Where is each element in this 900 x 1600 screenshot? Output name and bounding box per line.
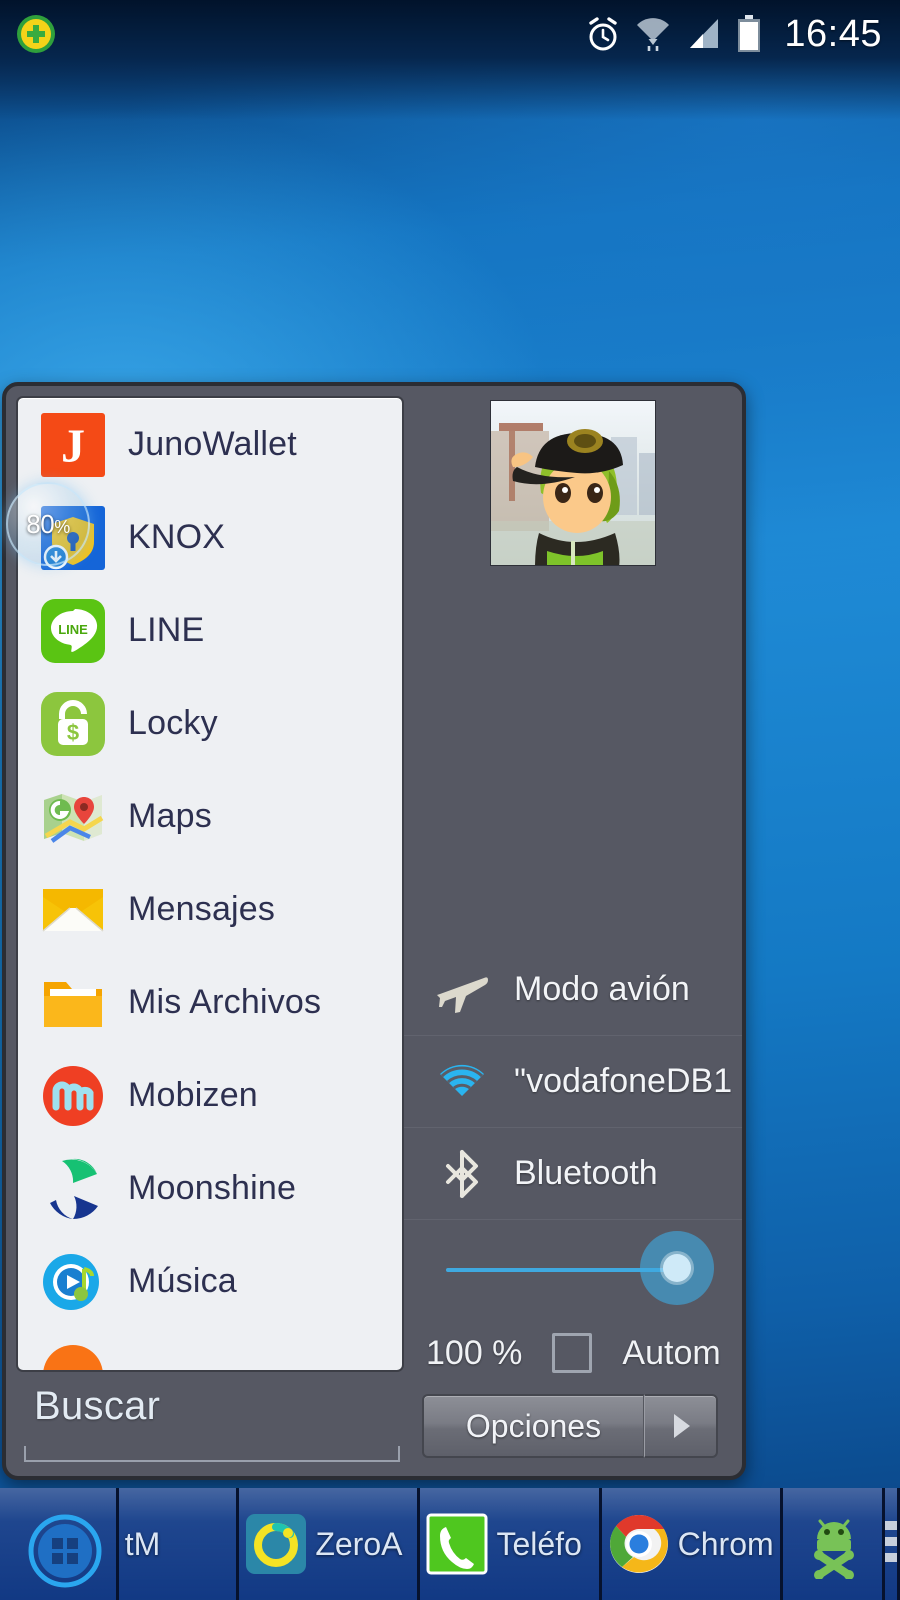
svg-text:$: $: [67, 720, 79, 745]
chrome-icon: [608, 1513, 670, 1575]
airplane-icon: [436, 964, 488, 1016]
wifi-icon: [634, 16, 672, 52]
maps-icon: [40, 784, 106, 850]
task-label: tM: [124, 1525, 161, 1562]
battery-bubble-unit: %: [54, 516, 70, 537]
list-item-label: LINE: [128, 611, 205, 649]
search-underline: [24, 1446, 400, 1462]
list-item-label: Mis Archivos: [128, 983, 322, 1021]
locky-icon: $: [40, 691, 106, 757]
battery-bubble-value: 80: [26, 508, 55, 539]
battery-icon: [736, 15, 762, 53]
wifi-icon: [436, 1056, 488, 1108]
junowallet-icon: J: [40, 412, 106, 478]
list-item[interactable]: Música: [18, 1235, 402, 1328]
task-telefo[interactable]: Teléfo: [420, 1488, 602, 1600]
svg-text:LINE: LINE: [58, 622, 88, 637]
task-label: Teléfo: [496, 1525, 582, 1562]
battery-bubble-overlay[interactable]: 80%: [6, 482, 90, 566]
auto-brightness-checkbox[interactable]: [552, 1333, 593, 1373]
window-body: J JunoWallet KNOX LINE LINE $ Locky Maps…: [6, 386, 742, 1476]
svg-text:J: J: [61, 420, 85, 473]
task-chrom[interactable]: Chrom: [602, 1488, 783, 1600]
list-item[interactable]: Mobizen: [18, 1049, 402, 1142]
task-label: ZeroA: [315, 1525, 403, 1562]
search-field[interactable]: Buscar: [16, 1372, 404, 1476]
list-item[interactable]: LINE LINE: [18, 584, 402, 677]
partial-orange-icon: [40, 1342, 106, 1370]
android-skull-icon: [801, 1513, 863, 1580]
task-android[interactable]: [783, 1488, 885, 1600]
app-notification-icon: [14, 12, 58, 56]
auto-brightness-label: Autom: [622, 1333, 721, 1372]
mobizen-icon: [40, 1063, 106, 1129]
list-item[interactable]: Moonshine: [18, 1142, 402, 1235]
musica-icon: [40, 1249, 106, 1315]
list-item-label: Mensajes: [128, 890, 276, 928]
moonshine-icon: [40, 1156, 106, 1222]
status-bar-right: 16:45: [586, 13, 900, 56]
floating-launcher-window[interactable]: J JunoWallet KNOX LINE LINE $ Locky Maps…: [2, 382, 746, 1480]
anime-avatar: [490, 400, 656, 566]
list-item-label: Música: [128, 1262, 237, 1300]
quick-toggles: Modo avión "vodafoneDB1 Bluetooth 100 % …: [404, 944, 742, 1476]
battery-bubble-label: 80%: [26, 508, 70, 540]
brightness-slider[interactable]: [404, 1220, 742, 1316]
task-label: Chrom: [677, 1525, 774, 1562]
button-row: Opciones: [404, 1390, 742, 1476]
list-item-label: Maps: [128, 797, 212, 835]
bluetooth-icon: [436, 1148, 488, 1200]
toggle-label: Bluetooth: [514, 1154, 658, 1192]
list-item-label: Mobizen: [128, 1076, 258, 1114]
list-item[interactable]: $ Locky: [18, 677, 402, 770]
menu-list-icon: [885, 1513, 897, 1575]
line-icon: LINE: [40, 598, 106, 664]
list-item[interactable]: Mensajes: [18, 863, 402, 956]
mis-archivos-icon: [40, 970, 106, 1036]
list-item[interactable]: J JunoWallet: [18, 398, 402, 491]
toggle-airplane-mode[interactable]: Modo avión: [404, 944, 742, 1036]
list-item[interactable]: [18, 1328, 402, 1370]
home-grid-icon: [27, 1513, 102, 1588]
zeroa-icon: [245, 1513, 307, 1575]
toggle-bluetooth[interactable]: Bluetooth: [404, 1128, 742, 1220]
alarm-icon: [586, 16, 620, 52]
task-zeroa[interactable]: ZeroA: [239, 1488, 421, 1600]
task-home[interactable]: [0, 1488, 119, 1600]
task-tm[interactable]: tM: [119, 1488, 240, 1600]
list-item-label: JunoWallet: [128, 425, 297, 463]
signal-icon: [686, 17, 722, 51]
list-item[interactable]: Mis Archivos: [18, 956, 402, 1049]
status-bar: 16:45: [0, 0, 900, 68]
options-button[interactable]: Opciones: [422, 1394, 644, 1458]
brightness-row: 100 % Autom: [404, 1316, 742, 1390]
search-label: Buscar: [34, 1384, 161, 1428]
list-item-label: Locky: [128, 704, 218, 742]
taskbar: tM ZeroA Teléfo Chrom: [0, 1488, 900, 1600]
slider-knob[interactable]: [663, 1254, 691, 1282]
status-bar-left: [0, 12, 58, 56]
status-bar-clock: 16:45: [784, 12, 882, 55]
options-expand-button[interactable]: [644, 1394, 718, 1458]
phone-icon: [426, 1513, 488, 1575]
list-item-label: Moonshine: [128, 1169, 297, 1207]
brightness-percent: 100 %: [426, 1333, 523, 1372]
mensajes-icon: [40, 877, 106, 943]
play-arrow-icon: [673, 1414, 690, 1438]
list-item[interactable]: Maps: [18, 770, 402, 863]
task-menu[interactable]: [885, 1488, 900, 1600]
toggle-label: Modo avión: [514, 970, 690, 1008]
toggle-wifi[interactable]: "vodafoneDB1: [404, 1036, 742, 1128]
list-item-label: KNOX: [128, 518, 226, 556]
toggle-label: "vodafoneDB1: [514, 1062, 733, 1100]
right-column: Modo avión "vodafoneDB1 Bluetooth 100 % …: [404, 386, 742, 1476]
